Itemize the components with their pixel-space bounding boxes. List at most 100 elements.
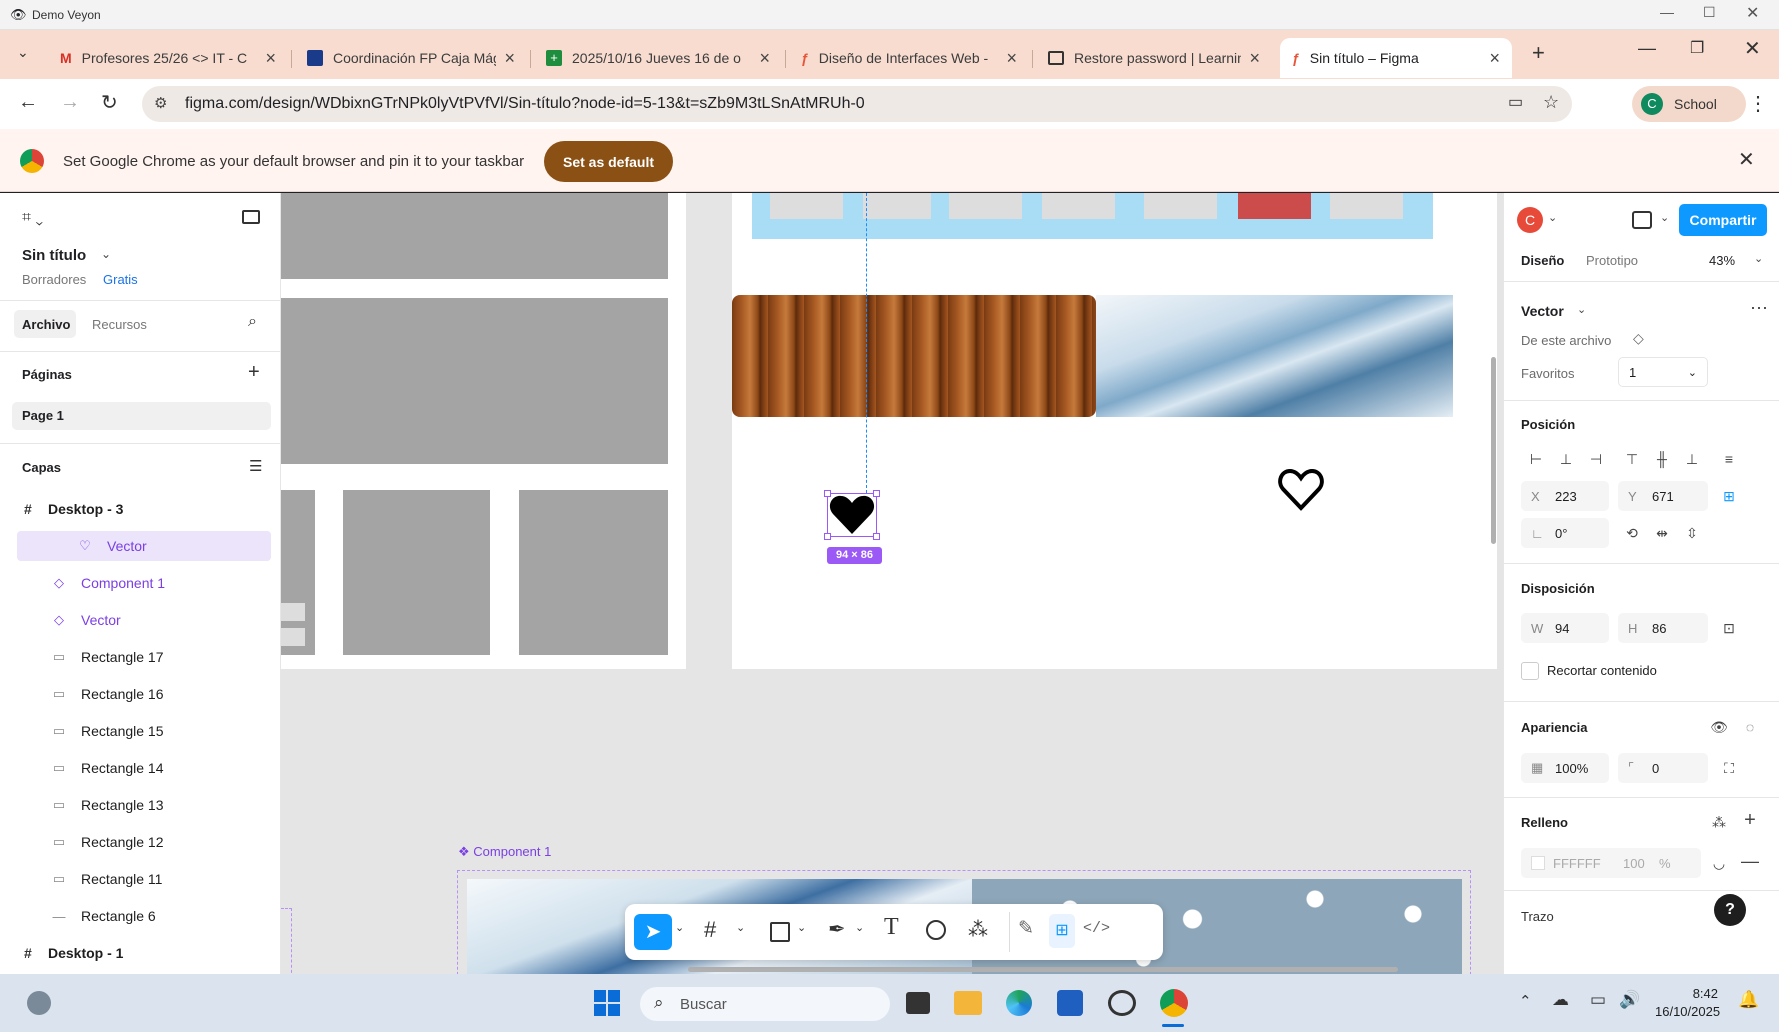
help-button[interactable]: ? [1714,894,1746,926]
present-icon[interactable] [1632,211,1652,229]
tab-close-icon[interactable]: × [1249,48,1260,69]
restore-icon[interactable]: ❐ [1690,38,1704,58]
fill-swatch[interactable] [1531,856,1545,870]
x-field[interactable]: X 223 [1521,481,1609,511]
omnibox[interactable]: ⚙ figma.com/design/WDbixnGTrNPk0lyVtPVfV… [142,86,1572,122]
add-fill-icon[interactable]: + [1740,809,1760,831]
y-field[interactable]: Y 671 [1618,481,1708,511]
hide-fill-icon[interactable]: ◡ [1709,853,1729,873]
layer-vector[interactable]: ◇ Vector [17,605,271,635]
install-app-icon[interactable]: ▭ [1508,92,1523,112]
chevron-down-icon[interactable]: ⌄ [1577,303,1586,316]
file-explorer-icon[interactable] [954,991,982,1015]
clock-date[interactable]: 16/10/2025 [1655,1004,1720,1019]
tab-figma-web[interactable]: ƒ Diseño de Interfaces Web - × [789,38,1029,78]
tab-restore-password[interactable]: Restore password | Learnin × [1036,38,1272,78]
menu-icon[interactable]: ⋮ [1748,91,1768,116]
plan-badge[interactable]: Gratis [103,272,138,287]
draw-mode-icon[interactable]: ✎ [1018,917,1034,940]
favorites-select[interactable]: 1 ⌄ [1618,357,1708,387]
start-icon[interactable] [594,990,620,1016]
clock-time[interactable]: 8:42 [1658,986,1718,1001]
minimize-icon[interactable]: — [1638,38,1656,59]
blue-wave-image[interactable] [1096,295,1453,417]
width-field[interactable]: W 94 [1521,613,1609,643]
eye-icon[interactable]: 👁 [1709,717,1729,737]
rotate-icon[interactable]: ⟲ [1622,523,1642,543]
tab-search-icon[interactable]: ⌄ [17,44,29,61]
independent-corners-icon[interactable]: ⛶ [1719,758,1739,778]
pen-tool-icon[interactable]: ✒ [828,917,846,942]
horizontal-scrollbar[interactable] [688,967,1398,972]
page-item[interactable]: Page 1 [12,402,271,430]
tab-archivo[interactable]: Archivo [22,317,70,332]
blend-mode-icon[interactable]: ◌ [1740,717,1760,737]
height-field[interactable]: H 86 [1618,613,1708,643]
shape-tool-icon[interactable] [770,922,790,942]
design-canvas[interactable]: 94 × 86 ➤ ❖ Component 1 ➤ ⌄ # ⌄ ⌄ ✒ ⌄ T … [281,193,1503,974]
frame-desktop-1[interactable] [281,193,686,669]
chevron-down-icon[interactable]: ⌄ [1660,211,1669,224]
heart-filled-icon[interactable] [828,494,876,536]
tab-close-icon[interactable]: × [265,48,276,69]
align-center-h-icon[interactable]: ⊥ [1556,449,1576,469]
tab-prototipo[interactable]: Prototipo [1586,253,1638,268]
layer-rectangle-15[interactable]: ▭ Rectangle 15 [17,716,271,746]
chevron-down-icon[interactable]: ⌄ [1548,211,1557,224]
tab-figma-active[interactable]: ƒ Sin título – Figma × [1280,38,1512,78]
selection-box[interactable] [824,490,880,540]
remove-fill-icon[interactable]: — [1740,851,1760,871]
tab-close-icon[interactable]: × [504,48,515,69]
constraints-icon[interactable]: ⊞ [1719,486,1739,506]
infobar-close-icon[interactable]: ✕ [1738,147,1755,172]
tab-close-icon[interactable]: × [1489,48,1500,69]
rotation-field[interactable]: ∟ 0° [1521,518,1609,548]
layers-filter-icon[interactable]: ☰ [249,457,262,475]
layer-rectangle-13[interactable]: ▭ Rectangle 13 [17,790,271,820]
reload-icon[interactable]: ↻ [101,90,118,115]
fill-field[interactable]: FFFFFF 100 % [1521,848,1701,878]
layer-rectangle-12[interactable]: ▭ Rectangle 12 [17,827,271,857]
close-window-icon[interactable]: ✕ [1744,36,1761,61]
maximize-icon[interactable]: ☐ [1703,4,1716,21]
component-icon[interactable]: ◇ [1633,330,1644,347]
chevron-down-icon[interactable]: ⌄ [797,921,806,934]
tab-gmail[interactable]: M Profesores 25/26 <> IT - C × [48,38,288,78]
cloud-off-icon[interactable]: ☁ [1552,990,1569,1010]
frame-desktop-3[interactable]: 94 × 86 ➤ [732,193,1497,669]
forward-icon[interactable]: → [60,91,80,114]
align-left-icon[interactable]: ⊢ [1526,449,1546,469]
layer-desktop-1[interactable]: # Desktop - 1 [12,938,266,968]
corner-radius-field[interactable]: ⌜ 0 [1618,753,1708,783]
search-icon[interactable]: ⌕ [248,313,257,331]
layer-rectangle-14[interactable]: ▭ Rectangle 14 [17,753,271,783]
toggle-sidebar-icon[interactable] [242,210,260,224]
bookmark-star-icon[interactable]: ☆ [1543,92,1559,113]
new-tab-icon[interactable]: + [1532,40,1545,66]
design-mode-icon[interactable]: ⊞ [1049,914,1075,948]
align-bottom-icon[interactable]: ⊥ [1682,449,1702,469]
notifications-icon[interactable]: 🔔 [1738,990,1759,1010]
weather-icon[interactable] [27,991,51,1015]
styles-icon[interactable]: ⁂ [1709,812,1729,832]
volume-icon[interactable]: 🔊 [1619,990,1640,1010]
tab-close-icon[interactable]: × [759,48,770,69]
move-tool-icon[interactable]: ➤ [634,914,672,950]
file-location[interactable]: Borradores [22,272,86,287]
veyon-icon[interactable] [1108,990,1136,1016]
heart-outline-icon[interactable] [1277,468,1325,512]
close-icon[interactable]: ✕ [1746,3,1759,23]
chevron-down-icon[interactable]: ⌄ [675,921,684,934]
frame-tool-icon[interactable]: # [704,917,716,943]
layer-vector-selected[interactable]: ♡ Vector [17,531,271,561]
layer-desktop-3[interactable]: # Desktop - 3 [12,494,266,524]
layer-rectangle-17[interactable]: ▭ Rectangle 17 [17,642,271,672]
profile-chip[interactable]: C School [1632,86,1746,122]
chevron-down-icon[interactable]: ⌄ [1754,252,1763,265]
chevron-up-icon[interactable]: ⌃ [1519,992,1532,1010]
clip-content-checkbox[interactable] [1521,662,1539,680]
chevron-down-icon[interactable]: ⌄ [101,247,111,261]
comment-tool-icon[interactable] [926,920,946,940]
assets-tool-icon[interactable]: ⁂ [968,917,988,942]
network-icon[interactable]: ▭ [1590,990,1606,1010]
